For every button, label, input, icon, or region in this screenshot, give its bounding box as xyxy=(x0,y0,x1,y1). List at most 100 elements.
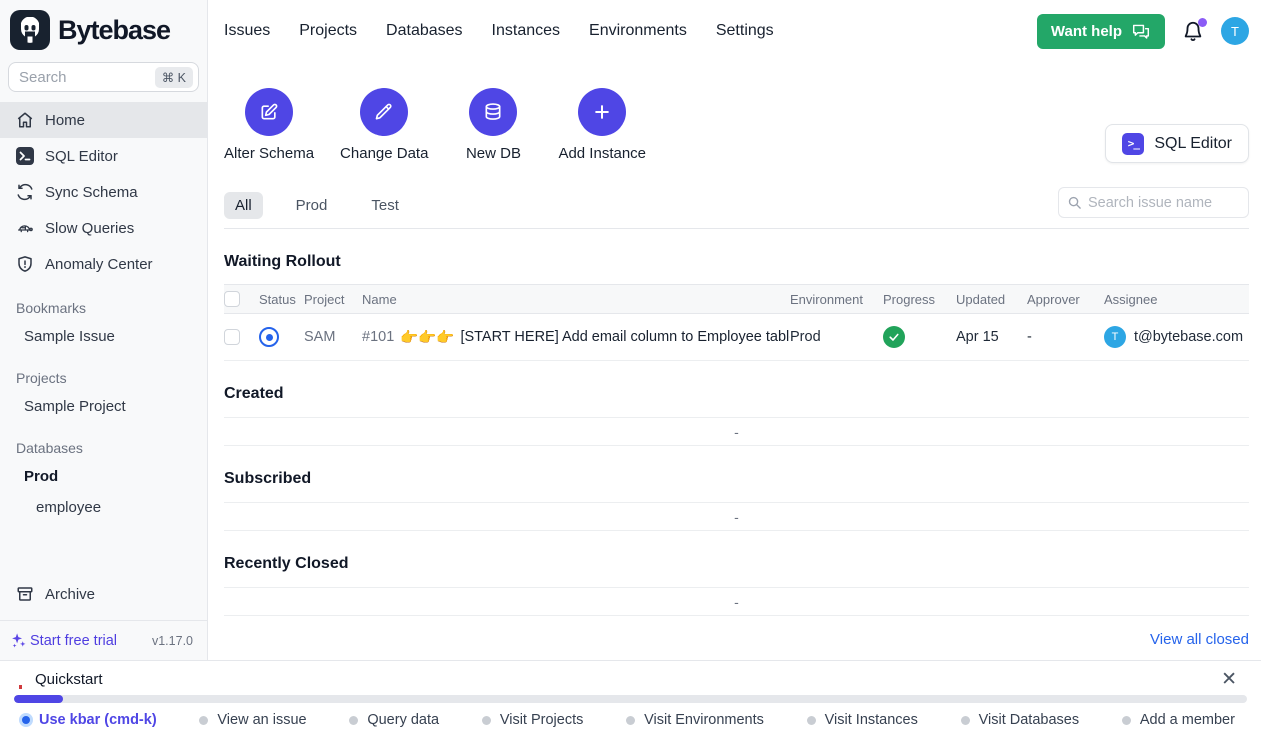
step-dot-icon xyxy=(1122,716,1131,725)
sidebar-section-bookmarks: Bookmarks Sample Issue xyxy=(0,295,207,352)
nav-instances[interactable]: Instances xyxy=(492,22,560,40)
issue-row[interactable]: SAM #101 👉👉👉 [START HERE] Add email colu… xyxy=(224,314,1249,361)
balloon-icon xyxy=(14,671,27,689)
sidebar-item-archive[interactable]: Archive xyxy=(0,576,207,612)
brand-logo[interactable]: Bytebase xyxy=(0,0,207,58)
step-visit-databases[interactable]: Visit Databases xyxy=(961,712,1079,728)
sidebar-item-prod[interactable]: Prod xyxy=(0,461,207,492)
nav-databases[interactable]: Databases xyxy=(386,22,463,40)
nav-environments[interactable]: Environments xyxy=(589,22,687,40)
sidebar-item-home[interactable]: Home xyxy=(0,102,207,138)
sidebar-item-sample-issue[interactable]: Sample Issue xyxy=(0,321,207,352)
nav-issues[interactable]: Issues xyxy=(224,22,270,40)
tab-test[interactable]: Test xyxy=(360,192,410,219)
subscribed-title: Subscribed xyxy=(224,470,1249,488)
step-visit-environments[interactable]: Visit Environments xyxy=(626,712,764,728)
quick-action-label: Change Data xyxy=(340,145,428,162)
section-title: Bookmarks xyxy=(0,295,207,321)
step-label: Visit Environments xyxy=(644,712,764,728)
sidebar-item-label: Archive xyxy=(45,586,95,603)
search-input[interactable] xyxy=(19,69,155,86)
chat-bubble-icon xyxy=(1131,23,1151,40)
start-free-trial-link[interactable]: Start free trial xyxy=(10,632,117,649)
created-title: Created xyxy=(224,385,1249,403)
step-label: Visit Projects xyxy=(500,712,584,728)
change-data-button[interactable]: Change Data xyxy=(340,88,428,162)
col-name: Name xyxy=(362,292,790,307)
step-dot-icon xyxy=(961,716,970,725)
sidebar-section-projects: Projects Sample Project xyxy=(0,365,207,422)
view-all-closed-link[interactable]: View all closed xyxy=(1150,631,1249,648)
step-use-kbar[interactable]: Use kbar (cmd-k) xyxy=(22,712,157,728)
turtle-icon xyxy=(16,219,34,238)
issue-project[interactable]: SAM xyxy=(304,329,362,345)
col-progress: Progress xyxy=(883,292,956,307)
tab-prod[interactable]: Prod xyxy=(285,192,339,219)
select-all-checkbox[interactable] xyxy=(224,291,240,307)
quick-action-label: Add Instance xyxy=(558,145,646,162)
close-icon[interactable]: ✕ xyxy=(1211,668,1247,691)
step-dot-icon xyxy=(349,716,358,725)
sidebar: Bytebase ⌘ K Home SQL Editor Sync Schema… xyxy=(0,0,208,660)
sparkles-icon xyxy=(10,632,27,649)
section-title: Projects xyxy=(0,365,207,391)
sql-editor-button[interactable]: >_ SQL Editor xyxy=(1105,124,1249,163)
col-approver: Approver xyxy=(1027,292,1104,307)
nav-settings[interactable]: Settings xyxy=(716,22,774,40)
waiting-rollout-table: Status Project Name Environment Progress… xyxy=(224,284,1249,361)
database-icon xyxy=(469,88,517,136)
issue-updated: Apr 15 xyxy=(956,329,1027,345)
step-dot-icon xyxy=(199,716,208,725)
issue-name[interactable]: [START HERE] Add email column to Employe… xyxy=(460,329,790,345)
step-visit-instances[interactable]: Visit Instances xyxy=(807,712,918,728)
sidebar-item-label: Sync Schema xyxy=(45,184,138,201)
issue-search-box[interactable] xyxy=(1058,187,1249,218)
row-checkbox[interactable] xyxy=(224,329,240,345)
avatar-initial: T xyxy=(1231,24,1239,39)
recently-closed-title: Recently Closed xyxy=(224,555,1249,573)
quickstart-progress xyxy=(14,695,1247,703)
issue-environment: Prod xyxy=(790,329,883,345)
issue-emojis: 👉👉👉 xyxy=(400,329,454,346)
sync-icon xyxy=(16,183,34,201)
table-header-row: Status Project Name Environment Progress… xyxy=(224,284,1249,314)
notifications-button[interactable] xyxy=(1182,20,1204,42)
sidebar-item-sql-editor[interactable]: SQL Editor xyxy=(0,138,207,174)
pencil-icon xyxy=(360,88,408,136)
home-icon xyxy=(16,111,34,129)
user-avatar[interactable]: T xyxy=(1221,17,1249,45)
sidebar-footer: Start free trial v1.17.0 xyxy=(0,620,207,660)
issue-approver: - xyxy=(1027,329,1104,345)
step-label: Use kbar (cmd-k) xyxy=(39,712,157,728)
plus-icon xyxy=(578,88,626,136)
step-query-data[interactable]: Query data xyxy=(349,712,439,728)
alter-schema-button[interactable]: Alter Schema xyxy=(224,88,314,162)
sidebar-item-sample-project[interactable]: Sample Project xyxy=(0,391,207,422)
step-add-a-member[interactable]: Add a member xyxy=(1122,712,1235,728)
sidebar-item-label: Home xyxy=(45,112,85,129)
step-view-an-issue[interactable]: View an issue xyxy=(199,712,306,728)
issue-search-input[interactable] xyxy=(1088,195,1240,211)
step-visit-projects[interactable]: Visit Projects xyxy=(482,712,584,728)
waiting-rollout-title: Waiting Rollout xyxy=(224,253,1249,271)
sql-editor-label: SQL Editor xyxy=(1154,135,1232,153)
environment-tabs: All Prod Test xyxy=(224,192,1249,229)
want-help-button[interactable]: Want help xyxy=(1037,14,1165,49)
sidebar-item-label: SQL Editor xyxy=(45,148,118,165)
recently-closed-empty: - xyxy=(224,587,1249,616)
sidebar-item-anomaly-center[interactable]: Anomaly Center xyxy=(0,246,207,282)
sidebar-item-sync-schema[interactable]: Sync Schema xyxy=(0,174,207,210)
bytebase-logo-icon xyxy=(10,10,50,50)
nav-projects[interactable]: Projects xyxy=(299,22,357,40)
add-instance-button[interactable]: Add Instance xyxy=(558,88,646,162)
col-project: Project xyxy=(304,292,362,307)
main-content: Alter Schema Change Data New DB Add Inst… xyxy=(208,62,1261,660)
global-search[interactable]: ⌘ K xyxy=(8,62,199,92)
sidebar-item-employee[interactable]: employee xyxy=(0,492,207,523)
status-in-progress-icon xyxy=(259,327,279,347)
tab-all[interactable]: All xyxy=(224,192,263,219)
edit-square-icon xyxy=(245,88,293,136)
quickstart-bar: Quickstart ✕ Use kbar (cmd-k) View an is… xyxy=(0,660,1261,733)
new-db-button[interactable]: New DB xyxy=(454,88,532,162)
sidebar-item-slow-queries[interactable]: Slow Queries xyxy=(0,210,207,246)
